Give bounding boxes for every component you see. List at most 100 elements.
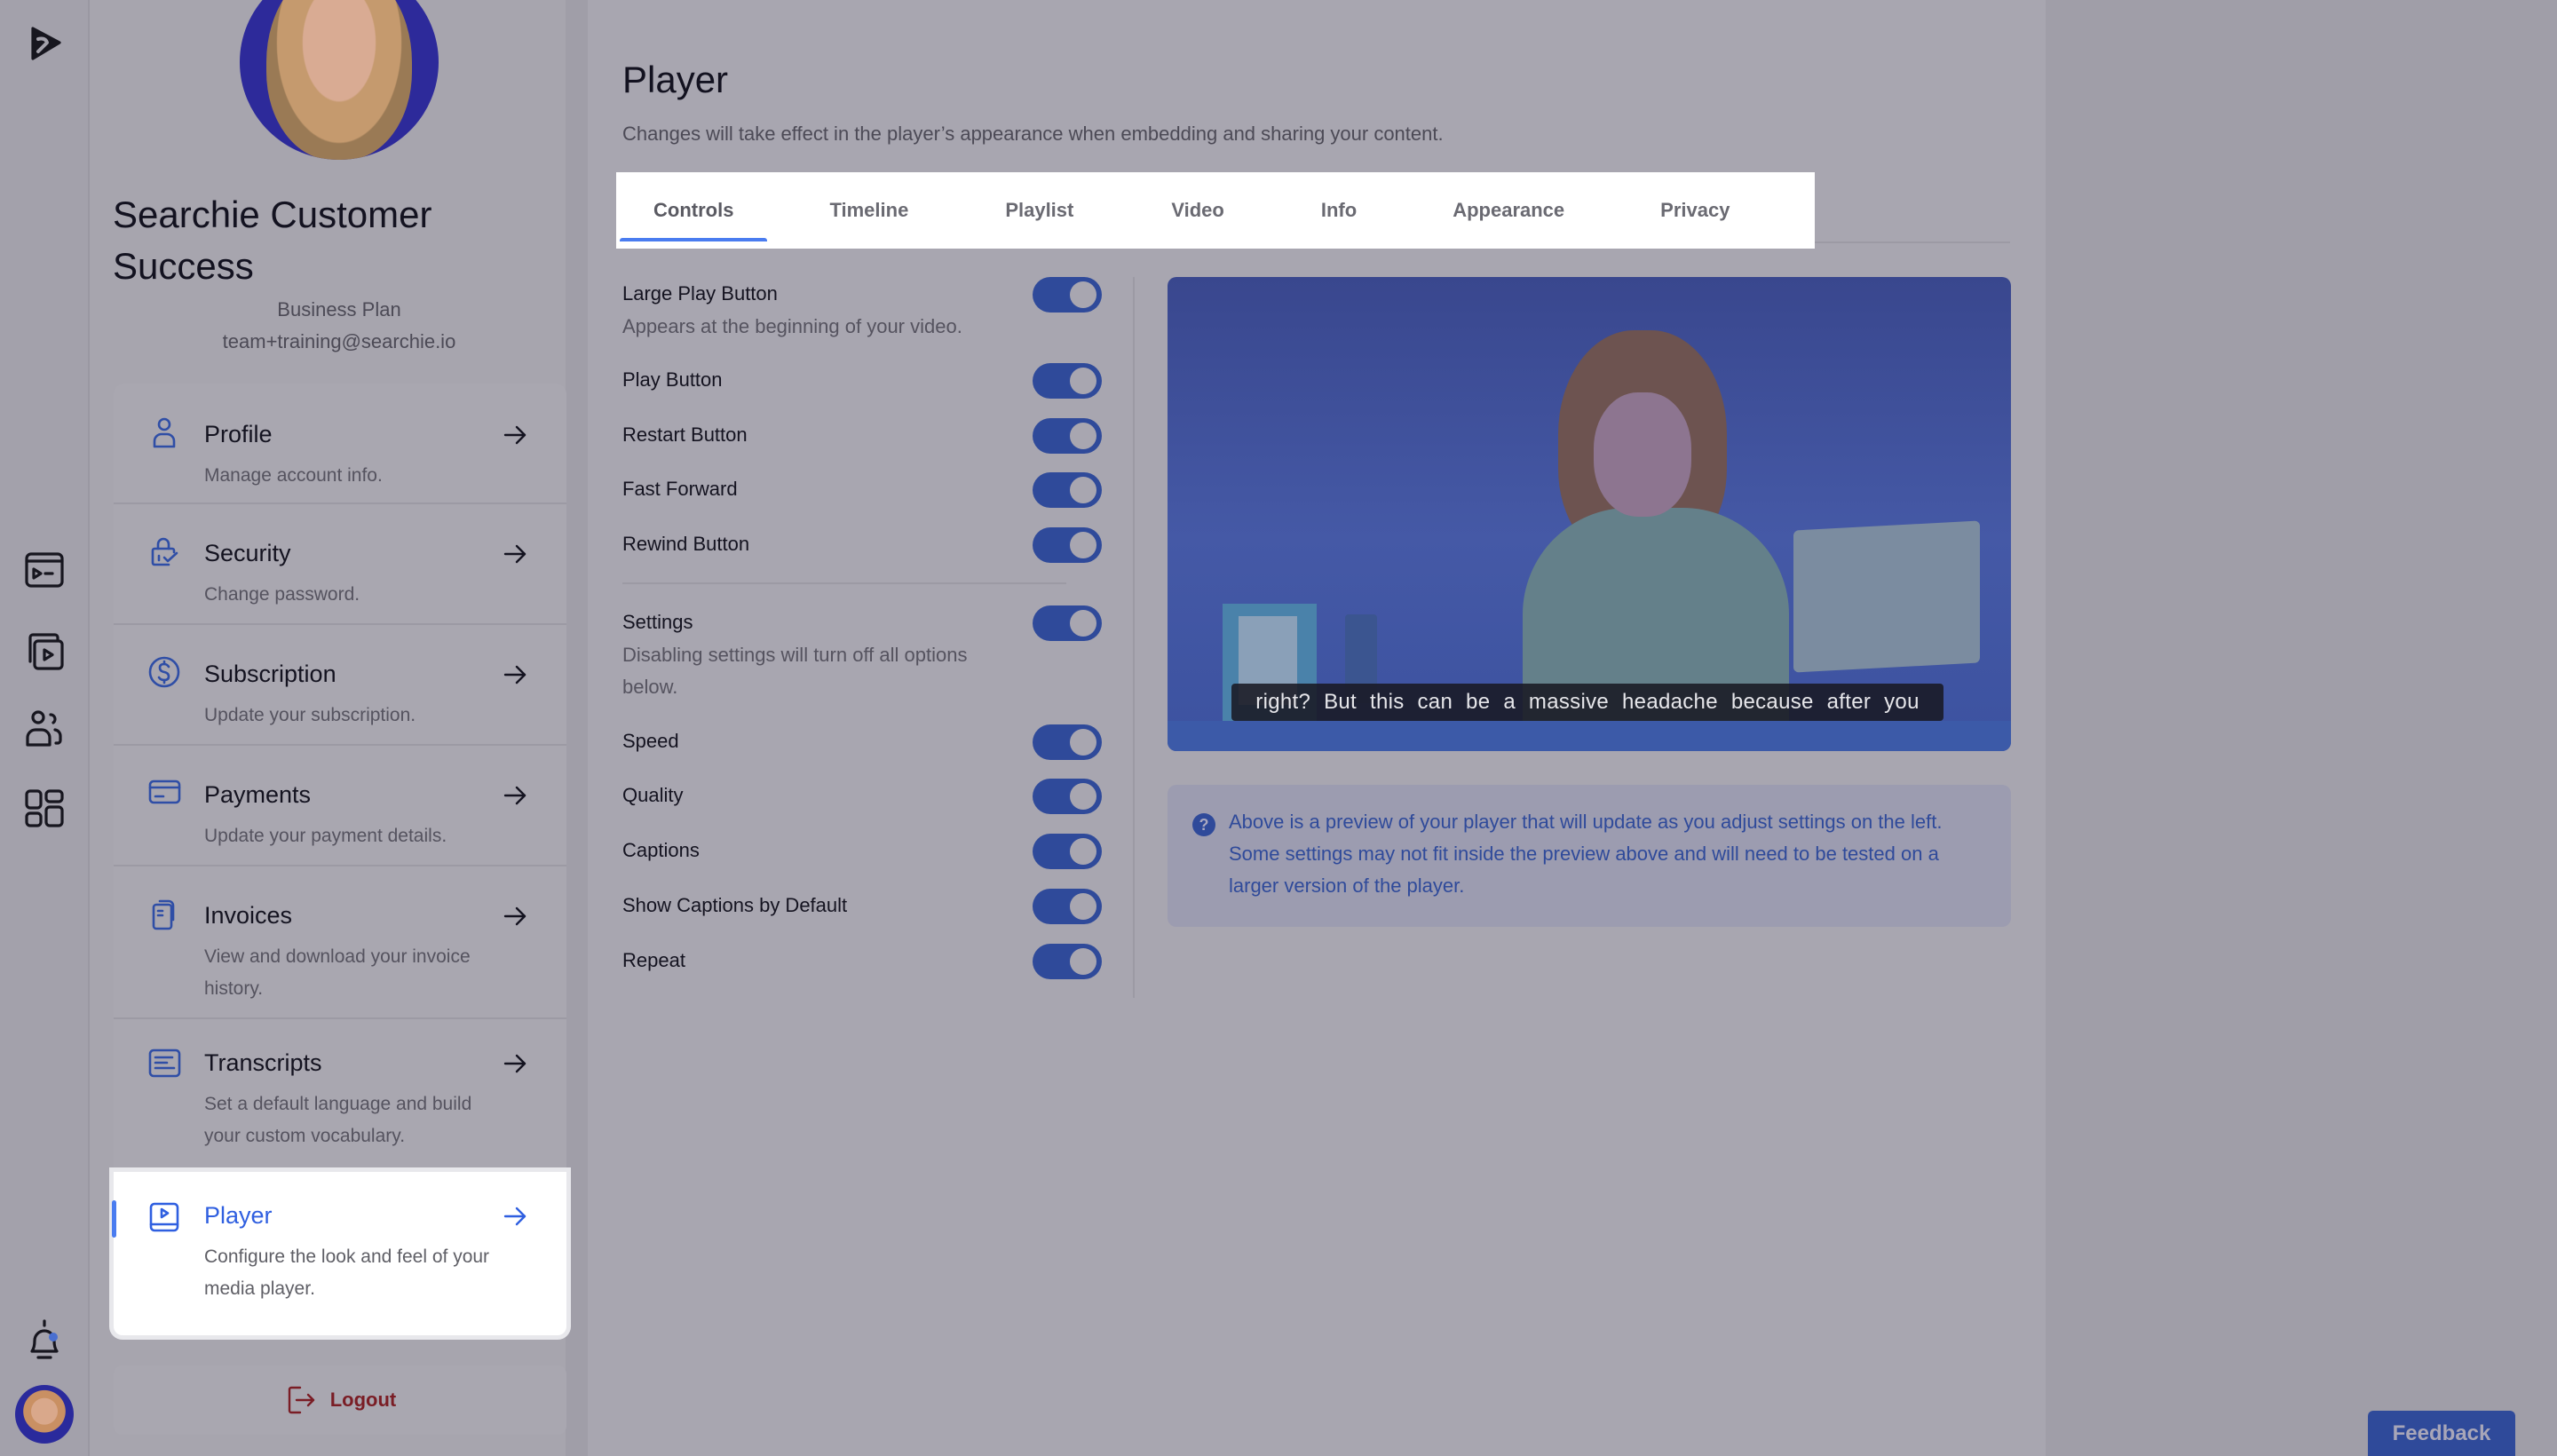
feedback-button[interactable]: Feedback — [2368, 1411, 2515, 1456]
fast-forward-toggle[interactable] — [1033, 472, 1102, 508]
toggle-knob — [1070, 368, 1096, 394]
toggle-label: Fast Forward — [622, 478, 738, 500]
toggle-label: Speed — [622, 730, 679, 752]
captions-toggle[interactable] — [1033, 834, 1102, 869]
caption-box: right? But this can be a massive headach… — [1231, 684, 1943, 721]
page-subtitle: Changes will take effect in the player’s… — [622, 123, 1444, 145]
quality-toggle[interactable] — [1033, 779, 1102, 814]
toggle-row-show-captions-by-default: Show Captions by Default — [622, 889, 1102, 924]
arrow-right-icon — [503, 783, 527, 808]
arrow-right-icon — [503, 1204, 527, 1229]
toggle-knob — [1070, 783, 1096, 810]
toggle-label: Rewind Button — [622, 533, 750, 555]
preview-note-text: Above is a preview of your player that w… — [1229, 811, 1943, 897]
feedback-label: Feedback — [2392, 1421, 2491, 1445]
credit-card-icon — [147, 776, 181, 810]
column-divider — [1133, 277, 1135, 998]
toggle-row-quality: Quality — [622, 779, 1102, 814]
arrow-right-icon — [503, 423, 527, 447]
menu-item-payments[interactable]: Payments Update your payment details. — [114, 746, 566, 866]
menu-item-title: Payments — [204, 781, 312, 808]
tab-info[interactable]: Info — [1321, 172, 1357, 249]
settings-menu: Profile Manage account info. Security Ch… — [112, 384, 566, 1335]
menu-item-title: Security — [204, 540, 291, 566]
main-content: Player Changes will take effect in the p… — [588, 0, 2046, 1456]
tab-playlist[interactable]: Playlist — [1005, 172, 1073, 249]
tab-controls[interactable]: Controls — [619, 172, 769, 249]
profile-photo — [266, 0, 412, 160]
toggle-label: Play Button — [622, 368, 723, 391]
user-avatar[interactable] — [15, 1385, 74, 1444]
menu-item-security[interactable]: Security Change password. — [114, 504, 566, 625]
apps-grid-icon[interactable] — [22, 787, 67, 831]
audience-icon[interactable] — [22, 708, 67, 752]
toggle-label: Settings — [622, 611, 693, 633]
toggle-label: Captions — [622, 839, 700, 861]
restart-button-toggle[interactable] — [1033, 418, 1102, 454]
menu-item-profile[interactable]: Profile Manage account info. — [114, 384, 566, 504]
toggle-label: Show Captions by Default — [622, 894, 848, 916]
toggle-label: Repeat — [622, 949, 685, 971]
arrow-right-icon — [503, 662, 527, 687]
toggle-desc: Disabling settings will turn off all opt… — [622, 644, 968, 698]
toggle-knob — [1070, 281, 1096, 308]
tab-appearance[interactable]: Appearance — [1453, 172, 1564, 249]
toggle-knob — [1070, 610, 1096, 637]
speed-toggle[interactable] — [1033, 724, 1102, 760]
page-title: Player — [622, 59, 729, 100]
toggle-row-play-button: Play Button — [622, 363, 1102, 399]
settings-toggle[interactable] — [1033, 605, 1102, 641]
collections-icon[interactable] — [22, 629, 67, 673]
preview-info-note: ? Above is a preview of your player that… — [1168, 785, 2011, 927]
presenter-face — [1594, 392, 1691, 517]
active-indicator — [112, 1200, 116, 1238]
toggle-row-restart-button: Restart Button — [622, 418, 1102, 454]
menu-item-desc: Update your payment details. — [204, 826, 447, 846]
media-library-icon[interactable] — [22, 548, 67, 592]
sidebar-divider — [566, 0, 588, 1456]
play-button-toggle[interactable] — [1033, 363, 1102, 399]
repeat-toggle[interactable] — [1033, 944, 1102, 979]
logo-icon[interactable] — [22, 21, 67, 66]
menu-item-desc: Set a default language and build your cu… — [204, 1094, 472, 1146]
toggle-label: Restart Button — [622, 423, 748, 446]
menu-item-desc: View and download your invoice history. — [204, 946, 471, 999]
show-captions-default-toggle[interactable] — [1033, 889, 1102, 924]
question-circle-icon: ? — [1192, 813, 1215, 836]
menu-item-player[interactable]: Player Configure the look and feel of yo… — [112, 1172, 566, 1335]
arrow-right-icon — [503, 1051, 527, 1076]
lock-check-icon — [147, 534, 181, 568]
toggle-row-fast-forward: Fast Forward — [622, 472, 1102, 508]
plan-label: Business Plan — [277, 298, 401, 320]
player-preview[interactable]: right? But this can be a massive headach… — [1168, 277, 2011, 751]
toggle-knob — [1070, 948, 1096, 975]
menu-item-transcripts[interactable]: Transcripts Set a default language and b… — [114, 1019, 566, 1172]
toggle-row-settings: Settings Disabling settings will turn of… — [622, 605, 1102, 703]
player-icon — [147, 1200, 181, 1234]
logout-icon — [288, 1386, 314, 1414]
dollar-circle-icon — [147, 655, 181, 689]
laptop — [1793, 520, 1980, 673]
documents-icon — [147, 897, 181, 930]
toggle-row-captions: Captions — [622, 834, 1102, 869]
toggle-row-repeat: Repeat — [622, 944, 1102, 979]
notification-bell-icon[interactable] — [22, 1318, 67, 1362]
toggle-knob — [1070, 477, 1096, 503]
account-email: team+training@searchie.io — [222, 330, 456, 352]
user-icon — [147, 416, 181, 450]
player-tabs: Controls Timeline Playlist Video Info Ap… — [616, 172, 1815, 249]
logout-button[interactable]: Logout — [114, 1365, 566, 1435]
toggle-row-rewind-button: Rewind Button — [622, 527, 1102, 563]
desk — [1168, 721, 2011, 751]
tab-timeline[interactable]: Timeline — [829, 172, 908, 249]
large-play-button-toggle[interactable] — [1033, 277, 1102, 313]
toggle-row-speed: Speed — [622, 724, 1102, 760]
menu-item-invoices[interactable]: Invoices View and download your invoice … — [114, 866, 566, 1019]
menu-item-subscription[interactable]: Subscription Update your subscription. — [114, 625, 566, 746]
toggle-knob — [1070, 893, 1096, 920]
tab-privacy[interactable]: Privacy — [1660, 172, 1730, 249]
tab-video[interactable]: Video — [1171, 172, 1224, 249]
caption-text: right? But this can be a massive headach… — [1255, 690, 1920, 714]
toggle-row-large-play-button: Large Play Button Appears at the beginni… — [622, 277, 1102, 343]
rewind-button-toggle[interactable] — [1033, 527, 1102, 563]
